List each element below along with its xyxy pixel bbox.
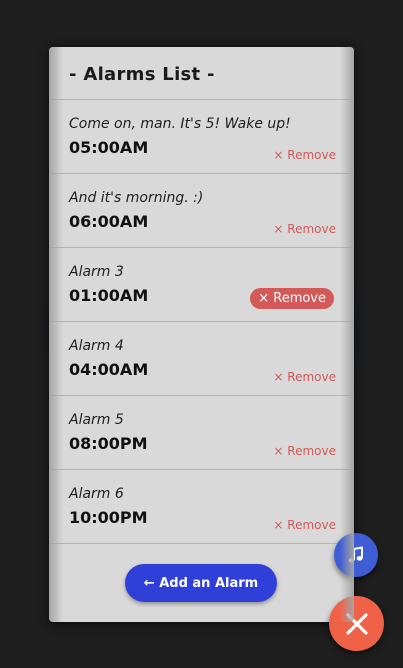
alarm-name: Alarm 3 [69,264,124,280]
remove-button[interactable]: × Remove [250,288,334,309]
alarm-item: Alarm 5 08:00PM × Remove [49,396,354,470]
add-alarm-button[interactable]: ← Add an Alarm [125,564,277,602]
music-button[interactable] [334,533,378,577]
remove-button[interactable]: × Remove [273,442,336,460]
remove-button[interactable]: × Remove [273,368,336,386]
alarm-time: 08:00PM [69,434,148,453]
alarm-time: 10:00PM [69,508,148,527]
remove-button[interactable]: × Remove [273,516,336,534]
alarm-item: Alarm 3 01:00AM × Remove [49,248,354,322]
music-note-icon [346,545,366,565]
remove-button[interactable]: × Remove [273,146,336,164]
remove-button[interactable]: × Remove [273,220,336,238]
alarm-time: 05:00AM [69,138,149,157]
alarm-name: Alarm 5 [69,412,124,428]
close-icon [345,612,369,636]
alarm-time: 01:00AM [69,286,149,305]
alarm-item: And it's morning. :) 06:00AM × Remove [49,174,354,248]
alarm-name: Alarm 4 [69,338,124,354]
close-button[interactable] [329,596,384,651]
alarm-item: Alarm 4 04:00AM × Remove [49,322,354,396]
alarm-name: Come on, man. It's 5! Wake up! [69,116,291,132]
alarms-panel: - Alarms List - Come on, man. It's 5! Wa… [49,47,354,622]
alarm-item: Alarm 6 10:00PM × Remove [49,470,354,544]
panel-title: - Alarms List - [49,47,354,100]
alarm-name: And it's morning. :) [69,190,204,206]
alarm-name: Alarm 6 [69,486,124,502]
alarm-time: 04:00AM [69,360,149,379]
alarm-item: Come on, man. It's 5! Wake up! 05:00AM ×… [49,100,354,174]
alarm-time: 06:00AM [69,212,149,231]
